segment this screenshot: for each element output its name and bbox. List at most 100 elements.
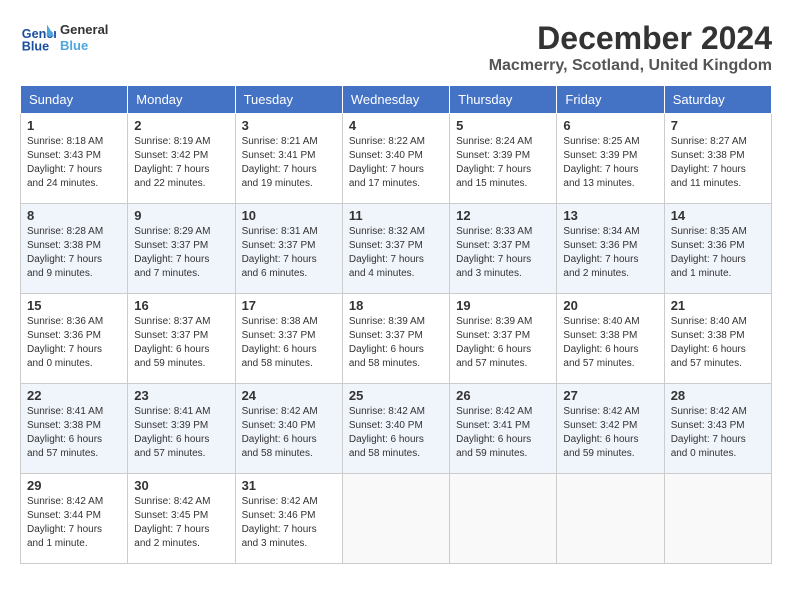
- calendar-cell: 8 Sunrise: 8:28 AM Sunset: 3:38 PM Daylig…: [21, 204, 128, 294]
- calendar-cell: 22 Sunrise: 8:41 AM Sunset: 3:38 PM Dayli…: [21, 384, 128, 474]
- day-info: Sunrise: 8:37 AM Sunset: 3:37 PM Dayligh…: [134, 315, 228, 371]
- calendar-cell: 10 Sunrise: 8:31 AM Sunset: 3:37 PM Dayli…: [235, 204, 342, 294]
- day-number: 6: [563, 118, 657, 133]
- day-header-tuesday: Tuesday: [235, 86, 342, 114]
- calendar-cell: 28 Sunrise: 8:42 AM Sunset: 3:43 PM Dayli…: [664, 384, 771, 474]
- day-info: Sunrise: 8:29 AM Sunset: 3:37 PM Dayligh…: [134, 225, 228, 281]
- calendar-cell: 26 Sunrise: 8:42 AM Sunset: 3:41 PM Dayli…: [450, 384, 557, 474]
- calendar-header-row: SundayMondayTuesdayWednesdayThursdayFrid…: [21, 86, 772, 114]
- calendar-cell: 21 Sunrise: 8:40 AM Sunset: 3:38 PM Dayli…: [664, 294, 771, 384]
- day-number: 31: [242, 478, 336, 493]
- day-header-wednesday: Wednesday: [342, 86, 449, 114]
- logo-text-blue: Blue: [60, 38, 108, 54]
- logo: General Blue General Blue: [20, 20, 108, 56]
- day-number: 18: [349, 298, 443, 313]
- day-info: Sunrise: 8:31 AM Sunset: 3:37 PM Dayligh…: [242, 225, 336, 281]
- calendar-cell: 3Sunrise: 8:21 AM Sunset: 3:41 PM Daylig…: [235, 114, 342, 204]
- calendar-cell: 31 Sunrise: 8:42 AM Sunset: 3:46 PM Dayli…: [235, 474, 342, 564]
- day-number: 12: [456, 208, 550, 223]
- calendar-cell: 27 Sunrise: 8:42 AM Sunset: 3:42 PM Dayli…: [557, 384, 664, 474]
- day-number: 20: [563, 298, 657, 313]
- day-number: 8: [27, 208, 121, 223]
- month-title: December 2024: [489, 20, 772, 57]
- day-number: 17: [242, 298, 336, 313]
- day-number: 7: [671, 118, 765, 133]
- calendar-week-row: 29Sunrise: 8:42 AM Sunset: 3:44 PM Dayli…: [21, 474, 772, 564]
- day-info: Sunrise: 8:18 AM Sunset: 3:43 PM Dayligh…: [27, 135, 121, 191]
- calendar-table: SundayMondayTuesdayWednesdayThursdayFrid…: [20, 85, 772, 564]
- calendar-cell: 5Sunrise: 8:24 AM Sunset: 3:39 PM Daylig…: [450, 114, 557, 204]
- day-number: 30: [134, 478, 228, 493]
- day-header-saturday: Saturday: [664, 86, 771, 114]
- day-number: 22: [27, 388, 121, 403]
- calendar-cell: 13 Sunrise: 8:34 AM Sunset: 3:36 PM Dayli…: [557, 204, 664, 294]
- calendar-cell: 30Sunrise: 8:42 AM Sunset: 3:45 PM Dayli…: [128, 474, 235, 564]
- location-subtitle: Macmerry, Scotland, United Kingdom: [489, 57, 772, 75]
- day-number: 26: [456, 388, 550, 403]
- calendar-cell: 24 Sunrise: 8:42 AM Sunset: 3:40 PM Dayli…: [235, 384, 342, 474]
- title-block: December 2024 Macmerry, Scotland, United…: [489, 20, 772, 75]
- day-header-monday: Monday: [128, 86, 235, 114]
- day-number: 2: [134, 118, 228, 133]
- calendar-cell: 2 Sunrise: 8:19 AM Sunset: 3:42 PM Daylig…: [128, 114, 235, 204]
- calendar-cell: 23 Sunrise: 8:41 AM Sunset: 3:39 PM Dayli…: [128, 384, 235, 474]
- calendar-cell: 1Sunrise: 8:18 AM Sunset: 3:43 PM Daylig…: [21, 114, 128, 204]
- calendar-week-row: 1Sunrise: 8:18 AM Sunset: 3:43 PM Daylig…: [21, 114, 772, 204]
- calendar-cell: 18 Sunrise: 8:39 AM Sunset: 3:37 PM Dayli…: [342, 294, 449, 384]
- day-info: Sunrise: 8:22 AM Sunset: 3:40 PM Dayligh…: [349, 135, 443, 191]
- calendar-cell: 12 Sunrise: 8:33 AM Sunset: 3:37 PM Dayli…: [450, 204, 557, 294]
- day-info: Sunrise: 8:39 AM Sunset: 3:37 PM Dayligh…: [349, 315, 443, 371]
- calendar-cell: [342, 474, 449, 564]
- day-info: Sunrise: 8:33 AM Sunset: 3:37 PM Dayligh…: [456, 225, 550, 281]
- day-header-friday: Friday: [557, 86, 664, 114]
- calendar-cell: 4 Sunrise: 8:22 AM Sunset: 3:40 PM Daylig…: [342, 114, 449, 204]
- calendar-cell: [664, 474, 771, 564]
- day-info: Sunrise: 8:27 AM Sunset: 3:38 PM Dayligh…: [671, 135, 765, 191]
- day-number: 4: [349, 118, 443, 133]
- svg-text:Blue: Blue: [22, 40, 49, 54]
- calendar-cell: 20 Sunrise: 8:40 AM Sunset: 3:38 PM Dayli…: [557, 294, 664, 384]
- day-info: Sunrise: 8:41 AM Sunset: 3:39 PM Dayligh…: [134, 405, 228, 461]
- day-number: 10: [242, 208, 336, 223]
- calendar-cell: 29Sunrise: 8:42 AM Sunset: 3:44 PM Dayli…: [21, 474, 128, 564]
- day-number: 16: [134, 298, 228, 313]
- day-number: 15: [27, 298, 121, 313]
- calendar-cell: [450, 474, 557, 564]
- day-header-thursday: Thursday: [450, 86, 557, 114]
- day-info: Sunrise: 8:42 AM Sunset: 3:46 PM Dayligh…: [242, 495, 336, 551]
- day-info: Sunrise: 8:32 AM Sunset: 3:37 PM Dayligh…: [349, 225, 443, 281]
- day-info: Sunrise: 8:24 AM Sunset: 3:39 PM Dayligh…: [456, 135, 550, 191]
- day-info: Sunrise: 8:28 AM Sunset: 3:38 PM Dayligh…: [27, 225, 121, 281]
- day-number: 11: [349, 208, 443, 223]
- day-info: Sunrise: 8:42 AM Sunset: 3:43 PM Dayligh…: [671, 405, 765, 461]
- day-info: Sunrise: 8:25 AM Sunset: 3:39 PM Dayligh…: [563, 135, 657, 191]
- calendar-cell: 7 Sunrise: 8:27 AM Sunset: 3:38 PM Daylig…: [664, 114, 771, 204]
- day-number: 24: [242, 388, 336, 403]
- calendar-cell: 17Sunrise: 8:38 AM Sunset: 3:37 PM Dayli…: [235, 294, 342, 384]
- day-info: Sunrise: 8:42 AM Sunset: 3:40 PM Dayligh…: [349, 405, 443, 461]
- day-number: 13: [563, 208, 657, 223]
- day-number: 14: [671, 208, 765, 223]
- calendar-week-row: 22 Sunrise: 8:41 AM Sunset: 3:38 PM Dayli…: [21, 384, 772, 474]
- day-number: 9: [134, 208, 228, 223]
- day-info: Sunrise: 8:40 AM Sunset: 3:38 PM Dayligh…: [671, 315, 765, 371]
- calendar-cell: 14 Sunrise: 8:35 AM Sunset: 3:36 PM Dayli…: [664, 204, 771, 294]
- day-info: Sunrise: 8:42 AM Sunset: 3:42 PM Dayligh…: [563, 405, 657, 461]
- day-info: Sunrise: 8:36 AM Sunset: 3:36 PM Dayligh…: [27, 315, 121, 371]
- day-info: Sunrise: 8:34 AM Sunset: 3:36 PM Dayligh…: [563, 225, 657, 281]
- day-number: 28: [671, 388, 765, 403]
- calendar-cell: 9 Sunrise: 8:29 AM Sunset: 3:37 PM Daylig…: [128, 204, 235, 294]
- day-number: 29: [27, 478, 121, 493]
- day-info: Sunrise: 8:19 AM Sunset: 3:42 PM Dayligh…: [134, 135, 228, 191]
- day-info: Sunrise: 8:42 AM Sunset: 3:41 PM Dayligh…: [456, 405, 550, 461]
- day-number: 3: [242, 118, 336, 133]
- day-info: Sunrise: 8:41 AM Sunset: 3:38 PM Dayligh…: [27, 405, 121, 461]
- day-number: 23: [134, 388, 228, 403]
- day-info: Sunrise: 8:42 AM Sunset: 3:40 PM Dayligh…: [242, 405, 336, 461]
- day-number: 27: [563, 388, 657, 403]
- day-header-sunday: Sunday: [21, 86, 128, 114]
- calendar-week-row: 8 Sunrise: 8:28 AM Sunset: 3:38 PM Daylig…: [21, 204, 772, 294]
- day-info: Sunrise: 8:35 AM Sunset: 3:36 PM Dayligh…: [671, 225, 765, 281]
- day-number: 21: [671, 298, 765, 313]
- day-info: Sunrise: 8:40 AM Sunset: 3:38 PM Dayligh…: [563, 315, 657, 371]
